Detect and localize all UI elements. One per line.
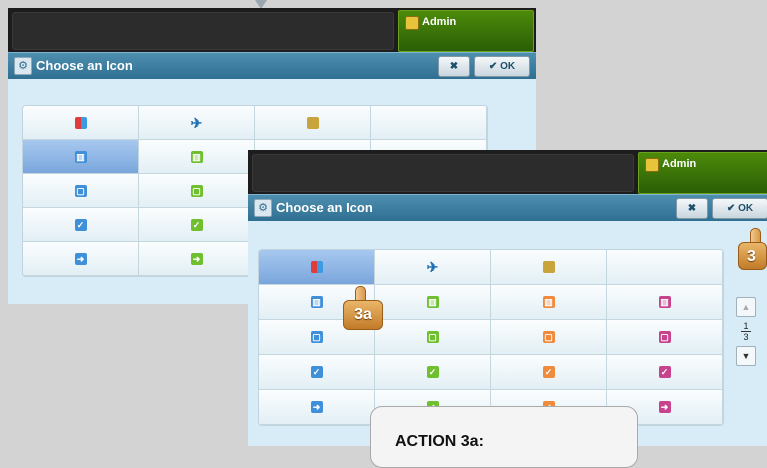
icon-cell[interactable]: ✓ [259,355,375,390]
ok-button[interactable]: ✔ OK [474,56,530,77]
check-icon: ✓ [74,218,87,231]
clipboard-icon: ▢ [542,331,555,343]
box-icon [542,261,555,273]
cancel-button[interactable]: ✖ [438,56,470,77]
pager: ▲ 1 3 ▼ [736,297,756,366]
arrow-icon: ➜ [74,252,87,265]
step-badge: 3a [343,300,383,330]
icon-cell[interactable]: ✓ [23,208,139,242]
clipboard-icon: ▢ [74,184,87,197]
bank-icon: ▥ [74,150,87,163]
clipboard-icon [645,158,659,172]
ok-button[interactable]: ✔ OK [712,198,767,219]
icon-cell-selected[interactable]: ▥ [23,140,139,174]
cancel-button[interactable]: ✖ [676,198,708,219]
close-icon: ✖ [687,203,697,214]
page-indicator: 1 3 [736,321,756,342]
action-callout: ACTION 3a: [370,406,638,468]
icon-cell[interactable] [607,250,723,285]
front-screen: Admin ⚙ Choose an Icon ✖ ✔ OK ✈ ▥ ▥ ▥ ▥ … [248,150,767,446]
icon-cell[interactable]: ✓ [491,355,607,390]
icon-cell[interactable]: ▥ [607,285,723,320]
clipboard-icon: ▢ [426,331,439,343]
icon-cell[interactable]: ➜ [139,242,255,276]
clipboard-icon: ▢ [190,184,203,197]
hand-cursor-3a: 3a [343,286,383,330]
page-total: 3 [743,332,749,342]
page-down-button[interactable]: ▼ [736,346,756,366]
gear-icon: ⚙ [14,57,32,75]
status-field [252,154,634,192]
icon-grid: ✈ ▥ ▥ ▥ ▥ ▢ ▢ ▢ ▢ ✓ ✓ ✓ ✓ ➜ ➜ ➜ ➜ [258,249,724,426]
check-icon: ✓ [658,366,671,378]
check-icon: ✓ [190,218,203,231]
icon-cell[interactable]: ▢ [375,320,491,355]
page-current: 1 [741,321,751,332]
icon-cell[interactable]: ▢ [23,174,139,208]
dialog-title: Choose an Icon [276,200,373,215]
ok-label: OK [738,203,754,214]
hand-cursor-3: 3 [738,228,767,270]
icon-cell[interactable]: ▥ [139,140,255,174]
admin-button[interactable]: Admin [398,10,534,52]
clipboard-icon [405,16,419,30]
arrow-icon: ➜ [658,401,671,413]
close-icon: ✖ [449,61,459,72]
icon-cell[interactable]: ✓ [607,355,723,390]
icon-cell[interactable]: ▢ [491,320,607,355]
box-icon [306,116,319,129]
icon-cell[interactable]: ▢ [607,320,723,355]
icon-cell[interactable]: ▥ [491,285,607,320]
status-field [12,12,394,50]
icon-cell[interactable]: ➜ [23,242,139,276]
arrow-icon: ➜ [310,401,323,413]
icon-cell[interactable]: ▥ [375,285,491,320]
callout-title: ACTION 3a: [395,433,484,450]
arrow-icon: ➜ [190,252,203,265]
icon-cell[interactable] [491,250,607,285]
dialog-title-bar: ⚙ Choose an Icon ✖ ✔ OK [8,52,536,79]
admin-label: Admin [422,16,457,28]
top-bar: Admin [8,8,536,52]
check-icon: ✓ [542,366,555,378]
bank-icon: ▥ [310,296,323,308]
bank-icon: ▥ [542,296,555,308]
icon-cell[interactable] [255,106,371,140]
icon-cell-selected[interactable] [259,250,375,285]
ok-label: OK [500,61,516,72]
bank-icon: ▥ [658,296,671,308]
bank-icon: ▥ [426,296,439,308]
step-badge: 3 [738,242,767,270]
clipboard-icon: ▢ [310,331,323,343]
icon-cell[interactable]: ✓ [375,355,491,390]
icon-cell[interactable]: ▢ [139,174,255,208]
icon-cell[interactable]: ✈ [375,250,491,285]
icon-cell[interactable]: ✓ [139,208,255,242]
gear-icon: ⚙ [254,199,272,217]
dialog-title: Choose an Icon [36,58,133,73]
clipboard-icon: ▢ [658,331,671,343]
page-up-button[interactable]: ▲ [736,297,756,317]
top-bar: Admin [248,150,767,194]
icon-cell[interactable]: ➜ [259,390,375,425]
check-icon: ✓ [426,366,439,378]
palette-icon [74,116,87,129]
check-icon: ✓ [310,366,323,378]
admin-button[interactable]: Admin [638,152,767,194]
admin-label: Admin [662,158,697,170]
icon-cell[interactable] [23,106,139,140]
dialog-title-bar: ⚙ Choose an Icon ✖ ✔ OK [248,194,767,221]
palette-icon [310,261,323,273]
icon-cell[interactable]: ✈ [139,106,255,140]
bank-icon: ▥ [190,150,203,163]
airplane-icon: ✈ [190,114,203,131]
icon-cell[interactable] [371,106,487,140]
airplane-icon: ✈ [426,259,439,275]
